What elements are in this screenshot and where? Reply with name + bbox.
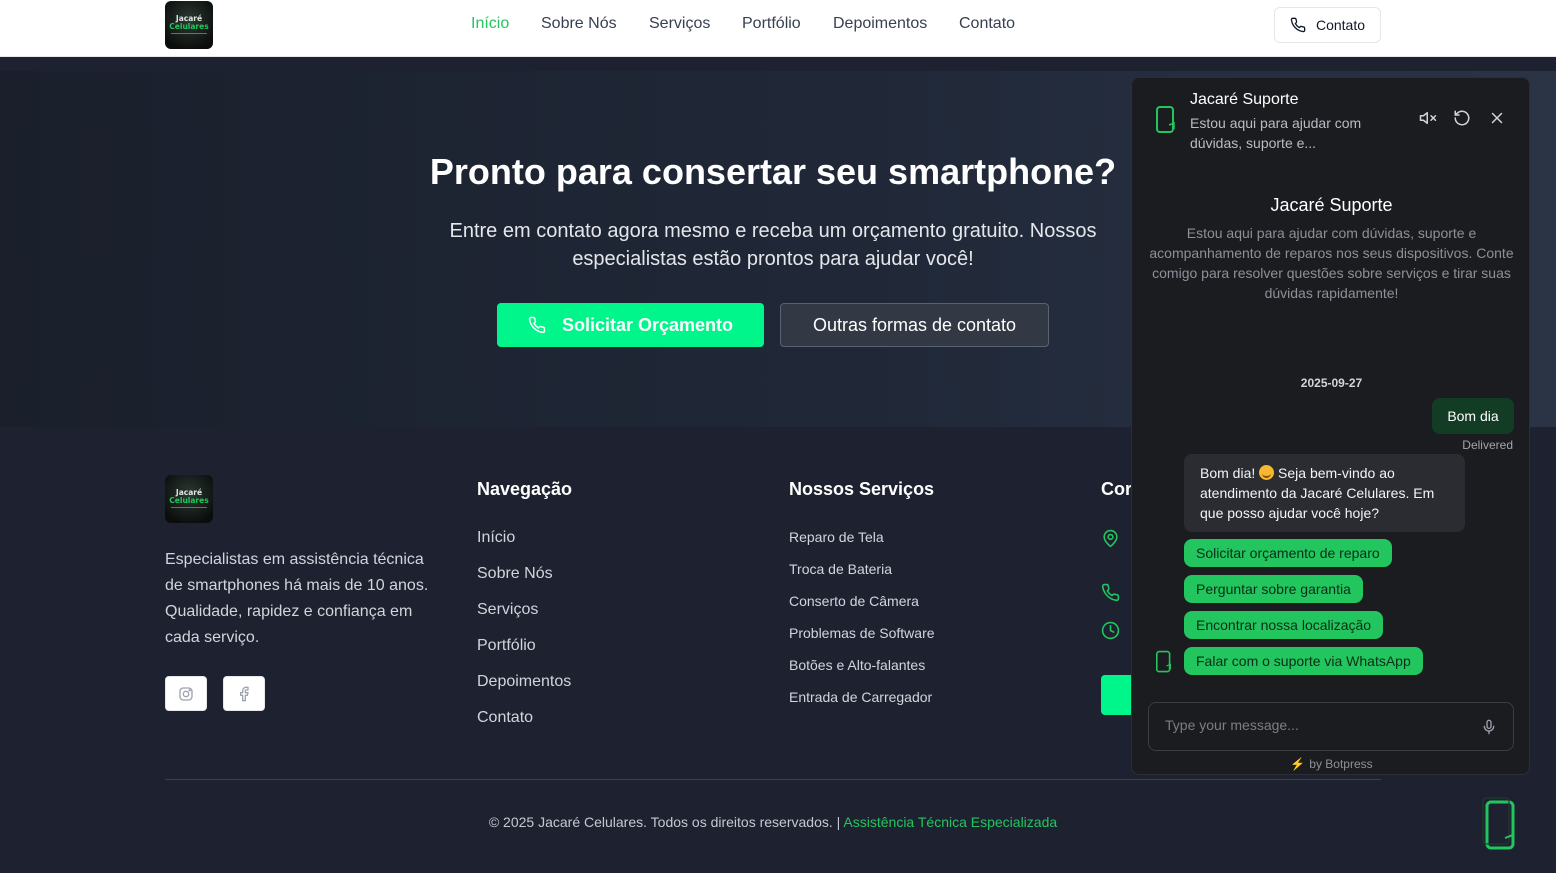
microphone-icon[interactable] — [1481, 719, 1497, 735]
copyright: © 2025 Jacaré Celulares. Todos os direit… — [0, 814, 1546, 830]
powered-by[interactable]: ⚡ by Botpress — [1132, 757, 1529, 771]
footer-nav-inicio[interactable]: Início — [477, 529, 515, 547]
logo[interactable]: Jacaré Celulares — [165, 1, 213, 49]
footer-nav-sobre-nos[interactable]: Sobre Nós — [477, 565, 553, 583]
footer-services-title: Nossos Serviços — [789, 479, 935, 499]
chat-header: Jacaré Suporte Estou aqui para ajudar co… — [1132, 78, 1529, 158]
bot-avatar-icon — [1156, 106, 1175, 133]
map-pin-icon — [1103, 529, 1118, 548]
phone-icon — [1290, 17, 1306, 33]
copyright-highlight: Assistência Técnica Especializada — [843, 814, 1058, 830]
footer-nav-servicos[interactable]: Serviços — [477, 601, 538, 619]
nav-item-contato[interactable]: Contato — [959, 15, 1015, 33]
bot-message-greeting: Bom dia! — [1200, 465, 1256, 481]
phone-icon — [1101, 583, 1120, 602]
logo-text-line1: Jacaré — [175, 14, 203, 23]
nav-item-inicio[interactable]: Início — [471, 15, 509, 33]
copyright-text: © 2025 Jacaré Celulares. Todos os direit… — [488, 814, 841, 830]
other-contact-button[interactable]: Outras formas de contato — [780, 303, 1049, 347]
request-quote-label: Solicitar Orçamento — [561, 314, 734, 335]
nav-item-depoimentos[interactable]: Depoimentos — [833, 15, 927, 33]
chat-input-box — [1148, 702, 1514, 751]
bot-intro-description: Estou aqui para ajudar com dúvidas, supo… — [1149, 225, 1514, 301]
request-quote-button[interactable]: Solicitar Orçamento — [497, 303, 764, 347]
nav-item-portfolio[interactable]: Portfólio — [742, 15, 801, 33]
clock-icon — [1101, 621, 1120, 640]
chat-launcher-icon[interactable] — [1477, 796, 1525, 856]
phone-icon — [528, 316, 546, 334]
footer-nav-portfolio[interactable]: Portfólio — [477, 637, 536, 655]
footer-service-item[interactable]: Troca de Bateria — [789, 561, 892, 577]
footer-logo-text-line2: Celulares — [169, 496, 209, 505]
bot-avatar-icon — [1156, 650, 1171, 673]
quick-reply-button[interactable]: Solicitar orçamento de reparo — [1184, 539, 1392, 567]
footer-logo-tagline-bar — [171, 507, 207, 508]
delivery-status: Delivered — [1462, 438, 1513, 452]
footer-service-item[interactable]: Reparo de Tela — [789, 529, 884, 545]
footer-service-item[interactable]: Entrada de Carregador — [789, 689, 932, 705]
footer-nav-title: Navegação — [477, 479, 573, 499]
restart-icon[interactable] — [1453, 109, 1471, 127]
site-header: Jacaré Celulares Início Sobre Nós Serviç… — [0, 0, 1556, 57]
mute-icon[interactable] — [1419, 109, 1437, 127]
facebook-icon — [240, 686, 249, 701]
logo-tagline-bar — [171, 33, 207, 34]
header-contact-label: Contato — [1315, 17, 1366, 33]
chat-title: Jacaré Suporte — [1190, 91, 1299, 108]
footer-service-item[interactable]: Conserto de Câmera — [789, 593, 919, 609]
footer-contact-title: Cor — [1101, 479, 1132, 499]
chat-subtitle: Estou aqui para ajudar com dúvidas, supo… — [1190, 115, 1362, 151]
logo-text-line2: Celulares — [169, 22, 209, 31]
instagram-icon — [179, 686, 193, 701]
quick-reply-button[interactable]: Perguntar sobre garantia — [1184, 575, 1363, 603]
chat-message-input[interactable] — [1165, 717, 1465, 733]
bot-message: Bom dia! Seja bem-vindo ao atendimento d… — [1184, 454, 1465, 532]
powered-by-label: by Botpress — [1309, 757, 1373, 771]
footer-nav-depoimentos[interactable]: Depoimentos — [477, 673, 571, 691]
close-icon[interactable] — [1488, 109, 1506, 127]
footer-nav-contato[interactable]: Contato — [477, 709, 533, 727]
footer-service-item[interactable]: Problemas de Software — [789, 625, 935, 641]
quick-reply-button[interactable]: Encontrar nossa localização — [1184, 611, 1384, 639]
header-contact-button[interactable]: Contato — [1274, 7, 1381, 43]
footer-logo-text-line1: Jacaré — [175, 488, 203, 497]
bolt-icon: ⚡ — [1290, 757, 1306, 771]
user-message: Bom dia — [1432, 398, 1514, 434]
smile-emoji-icon — [1259, 465, 1275, 480]
footer-logo: Jacaré Celulares — [165, 475, 213, 523]
quick-reply-button[interactable]: Falar com o suporte via WhatsApp — [1184, 647, 1423, 675]
nav-item-sobre-nos[interactable]: Sobre Nós — [541, 15, 617, 33]
facebook-button[interactable] — [223, 676, 265, 711]
instagram-button[interactable] — [165, 676, 207, 711]
nav-item-servicos[interactable]: Serviços — [649, 15, 710, 33]
chat-widget: Jacaré Suporte Estou aqui para ajudar co… — [1131, 77, 1530, 775]
chat-date-separator: 2025-09-27 — [1300, 376, 1363, 390]
footer-service-item[interactable]: Botões e Alto-falantes — [789, 657, 925, 673]
footer-description: Especialistas em assistência técnica de … — [165, 551, 429, 646]
footer-divider — [165, 779, 1381, 780]
bot-intro-name: Jacaré Suporte — [1270, 195, 1393, 215]
cta-subtitle: Entre em contato agora mesmo e receba um… — [449, 220, 1097, 270]
